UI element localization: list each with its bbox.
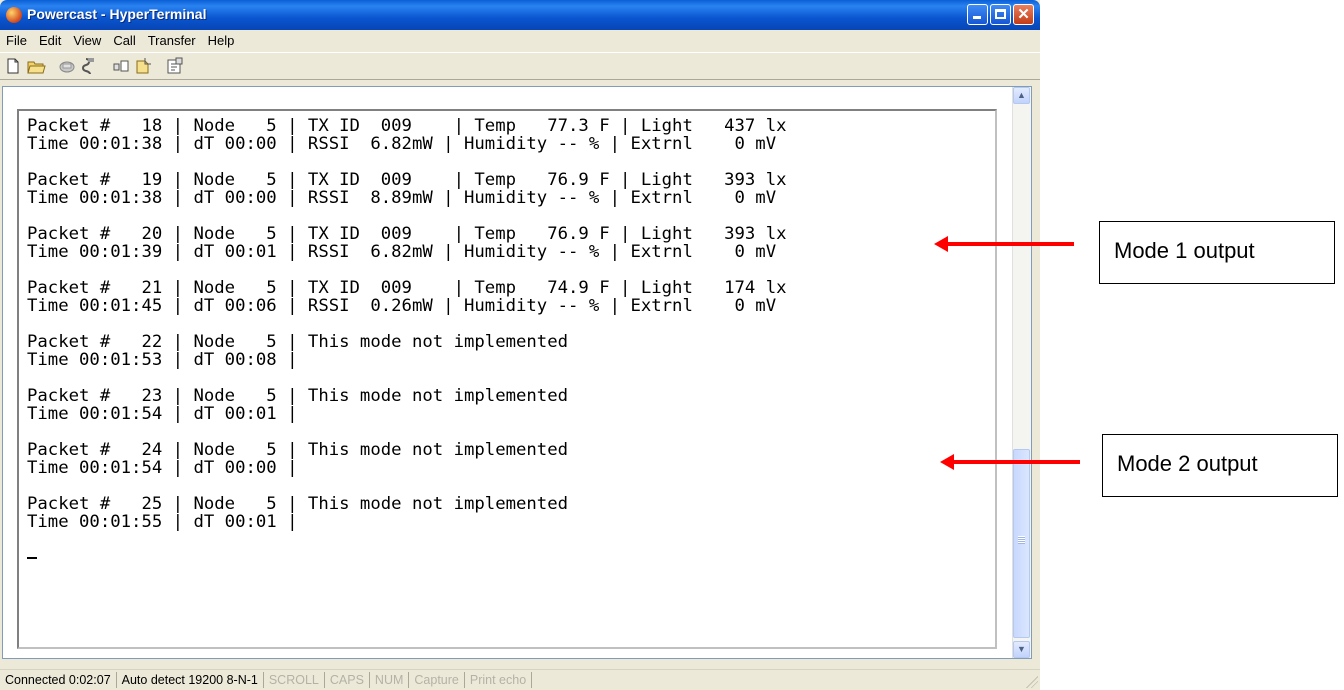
status-bar: Connected 0:02:07 Auto detect 19200 8-N-…	[0, 669, 1040, 690]
status-print-echo: Print echo	[465, 672, 533, 688]
close-button[interactable]: ✕	[1013, 4, 1034, 25]
status-detect: Auto detect 19200 8-N-1	[117, 672, 264, 688]
terminal-line: Packet # 25 | Node 5 | This mode not imp…	[27, 494, 569, 514]
open-icon	[27, 61, 46, 74]
terminal-line: Packet # 18 | Node 5 | TX ID 009 | Temp …	[27, 116, 787, 136]
toolbar	[0, 52, 1040, 80]
properties-button[interactable]	[165, 56, 185, 76]
status-caps: CAPS	[325, 672, 370, 688]
chevron-up-icon: ▲	[1017, 90, 1026, 100]
menu-help[interactable]: Help	[202, 30, 241, 52]
disconnect-icon	[82, 58, 94, 75]
terminal-line: Time 00:01:39 | dT 00:01 | RSSI 6.82mW |…	[27, 242, 777, 262]
send-button[interactable]	[111, 56, 131, 76]
terminal-line: Packet # 19 | Node 5 | TX ID 009 | Temp …	[27, 170, 787, 190]
terminal-line: Packet # 23 | Node 5 | This mode not imp…	[27, 386, 569, 406]
open-button[interactable]	[26, 56, 46, 76]
menu-bar: File Edit View Call Transfer Help	[0, 30, 1040, 52]
status-num: NUM	[370, 672, 410, 688]
receive-icon	[136, 58, 151, 74]
status-capture: Capture	[409, 672, 465, 688]
terminal-line: Time 00:01:54 | dT 00:00 |	[27, 458, 298, 478]
minimize-button[interactable]	[967, 4, 988, 25]
maximize-button[interactable]	[990, 4, 1011, 25]
status-scroll: SCROLL	[264, 672, 325, 688]
menu-edit[interactable]: Edit	[33, 30, 67, 52]
mode2-arrow	[940, 454, 1080, 470]
phone-icon	[59, 61, 75, 73]
terminal-line: Time 00:01:54 | dT 00:01 |	[27, 404, 298, 424]
terminal-line: Time 00:01:55 | dT 00:01 |	[27, 512, 298, 532]
mode1-label-box: Mode 1 output	[1099, 221, 1335, 284]
menu-transfer[interactable]: Transfer	[142, 30, 202, 52]
terminal-cursor	[27, 557, 37, 559]
hyperterminal-window: Powercast - HyperTerminal ✕ File Edit Vi…	[0, 0, 1040, 690]
terminal-line: Time 00:01:45 | dT 00:06 | RSSI 0.26mW |…	[27, 296, 777, 316]
call-button[interactable]	[57, 56, 77, 76]
terminal-line: Time 00:01:53 | dT 00:08 |	[27, 350, 298, 370]
mode2-label: Mode 2 output	[1117, 451, 1258, 476]
mode1-arrow	[934, 236, 1074, 252]
scroll-down-button[interactable]: ▼	[1013, 641, 1030, 658]
terminal-output: Packet # 18 | Node 5 | TX ID 009 | Temp …	[19, 111, 995, 567]
scroll-thumb[interactable]	[1013, 449, 1030, 638]
mode2-label-box: Mode 2 output	[1102, 434, 1338, 497]
terminal-line: Packet # 21 | Node 5 | TX ID 009 | Temp …	[27, 278, 787, 298]
terminal-screen[interactable]: Packet # 18 | Node 5 | TX ID 009 | Temp …	[17, 109, 997, 649]
new-button[interactable]	[3, 56, 23, 76]
menu-file[interactable]: File	[0, 30, 33, 52]
window-title: Powercast - HyperTerminal	[27, 6, 207, 22]
menu-call[interactable]: Call	[107, 30, 141, 52]
terminal-line: Time 00:01:38 | dT 00:00 | RSSI 6.82mW |…	[27, 134, 777, 154]
chevron-down-icon: ▼	[1017, 644, 1026, 654]
resize-grip-icon[interactable]	[1026, 676, 1038, 688]
terminal-line: Packet # 20 | Node 5 | TX ID 009 | Temp …	[27, 224, 787, 244]
window-controls: ✕	[967, 4, 1034, 25]
terminal-line: Time 00:01:38 | dT 00:00 | RSSI 8.89mW |…	[27, 188, 777, 208]
minimize-icon	[973, 16, 981, 19]
status-connected: Connected 0:02:07	[0, 672, 117, 688]
hyperterminal-app-icon	[6, 7, 22, 23]
terminal-line: Packet # 22 | Node 5 | This mode not imp…	[27, 332, 569, 352]
scroll-up-button[interactable]: ▲	[1013, 87, 1030, 104]
grip-icon	[1018, 536, 1025, 544]
new-icon	[7, 58, 19, 74]
receive-button[interactable]	[134, 56, 154, 76]
terminal-pane[interactable]: Packet # 18 | Node 5 | TX ID 009 | Temp …	[2, 86, 1032, 659]
title-bar[interactable]: Powercast - HyperTerminal ✕	[0, 0, 1040, 30]
vertical-scrollbar[interactable]: ▲ ▼	[1012, 87, 1031, 658]
send-icon	[113, 60, 129, 72]
terminal-line: Packet # 24 | Node 5 | This mode not imp…	[27, 440, 569, 460]
close-icon: ✕	[1017, 6, 1030, 23]
mode1-label: Mode 1 output	[1114, 238, 1255, 263]
disconnect-button[interactable]	[80, 56, 100, 76]
properties-icon	[167, 57, 183, 74]
maximize-icon	[995, 9, 1006, 19]
menu-view[interactable]: View	[67, 30, 107, 52]
